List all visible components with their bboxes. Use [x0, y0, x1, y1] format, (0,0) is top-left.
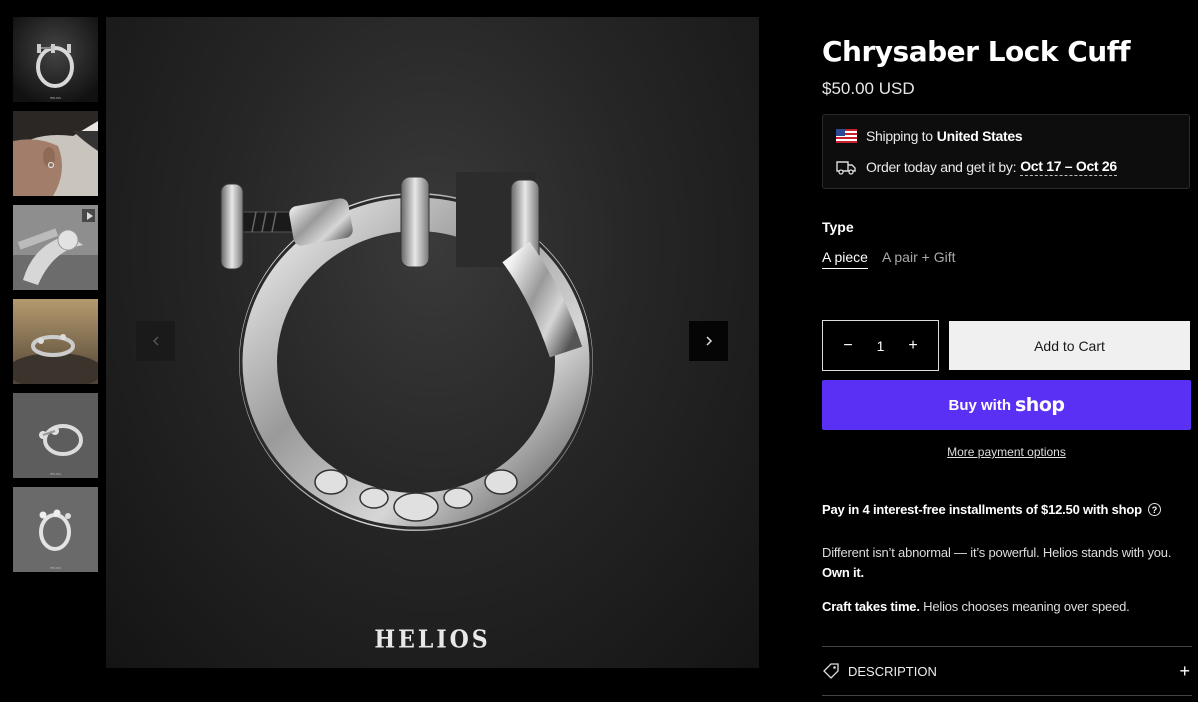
- thumbnail-5[interactable]: HELIOS: [13, 393, 98, 478]
- description-accordion[interactable]: DESCRIPTION +: [822, 646, 1192, 696]
- product-title: Chrysaber Lock Cuff: [822, 35, 1131, 68]
- brand-logo: HELIOS: [374, 625, 491, 655]
- chevron-right-icon: [705, 336, 712, 346]
- worn-ear-image: [13, 111, 98, 196]
- brand-statement-text: Different isn’t abnormal — it’s powerful…: [822, 545, 1172, 560]
- quantity-value[interactable]: 1: [877, 338, 885, 354]
- variant-label: Type: [822, 219, 854, 235]
- increase-quantity-button[interactable]: +: [902, 335, 924, 357]
- chevron-left-icon: [152, 336, 159, 346]
- thumbnail-caption: HELIOS: [50, 472, 61, 476]
- next-image-button[interactable]: [689, 321, 728, 361]
- cuff-angle-image: [13, 487, 98, 572]
- variant-option-pair[interactable]: A pair + Gift: [882, 249, 956, 269]
- thumbnail-list: HELIOS HELIOS HELIOS: [13, 17, 98, 581]
- decrease-quantity-button[interactable]: −: [837, 335, 859, 357]
- buy-with-label: Buy with: [948, 396, 1012, 414]
- craft-statement: Craft takes time. Helios chooses meaning…: [822, 597, 1182, 617]
- quantity-stepper: − 1 +: [822, 320, 939, 371]
- product-info: Chrysaber Lock Cuff $50.00 USD: [822, 30, 1190, 99]
- delivery-window[interactable]: Oct 17 – Oct 26: [1020, 158, 1117, 176]
- plus-icon: +: [1179, 660, 1190, 681]
- craft-statement-bold: Craft takes time.: [822, 599, 920, 614]
- main-product-image: HELIOS: [106, 17, 759, 668]
- thumbnail-2[interactable]: [13, 111, 98, 196]
- shop-logo: shop: [1015, 394, 1065, 416]
- variant-options: A piece A pair + Gift: [822, 249, 955, 269]
- us-flag-icon: [836, 128, 858, 144]
- variant-option-piece[interactable]: A piece: [822, 249, 868, 269]
- craft-statement-text: Helios chooses meaning over speed.: [923, 599, 1130, 614]
- help-icon[interactable]: ?: [1147, 503, 1161, 516]
- thumbnail-3-video[interactable]: [13, 205, 98, 290]
- buy-with-shop-button[interactable]: Buy with shop: [822, 380, 1191, 430]
- cuff-side-image: [13, 393, 98, 478]
- thumbnail-1[interactable]: HELIOS: [13, 17, 98, 102]
- cuff-front-image: [13, 17, 98, 102]
- shipping-country: United States: [936, 128, 1023, 144]
- product-price: $50.00 USD: [822, 79, 915, 98]
- description-label: DESCRIPTION: [848, 663, 937, 679]
- play-icon: [82, 209, 95, 222]
- previous-image-button[interactable]: [136, 321, 175, 361]
- shipping-box: Shipping to United States Order today an…: [822, 114, 1190, 189]
- tag-icon: [822, 662, 840, 680]
- shipping-row: Shipping to United States: [836, 128, 1023, 144]
- more-payment-options-link[interactable]: More payment options: [822, 445, 1191, 459]
- cuff-on-rock-image: [13, 299, 98, 384]
- thumbnail-6[interactable]: HELIOS: [13, 487, 98, 572]
- installments-info: Pay in 4 interest-free installments of $…: [822, 502, 1161, 517]
- delivery-label: Order today and get it by:: [866, 159, 1017, 175]
- brand-statement-bold: Own it.: [822, 565, 864, 580]
- thumbnail-caption: HELIOS: [50, 96, 61, 100]
- thumbnail-4[interactable]: [13, 299, 98, 384]
- add-to-cart-button[interactable]: Add to Cart: [949, 321, 1190, 370]
- truck-icon: [836, 159, 858, 175]
- shipping-label: Shipping to: [866, 128, 933, 144]
- cuff-product-image: [220, 172, 593, 531]
- installments-text: Pay in 4 interest-free installments of $…: [822, 502, 1142, 517]
- brand-statement: Different isn’t abnormal — it’s powerful…: [822, 543, 1182, 583]
- delivery-row: Order today and get it by: Oct 17 – Oct …: [836, 158, 1117, 176]
- thumbnail-caption: HELIOS: [50, 566, 61, 570]
